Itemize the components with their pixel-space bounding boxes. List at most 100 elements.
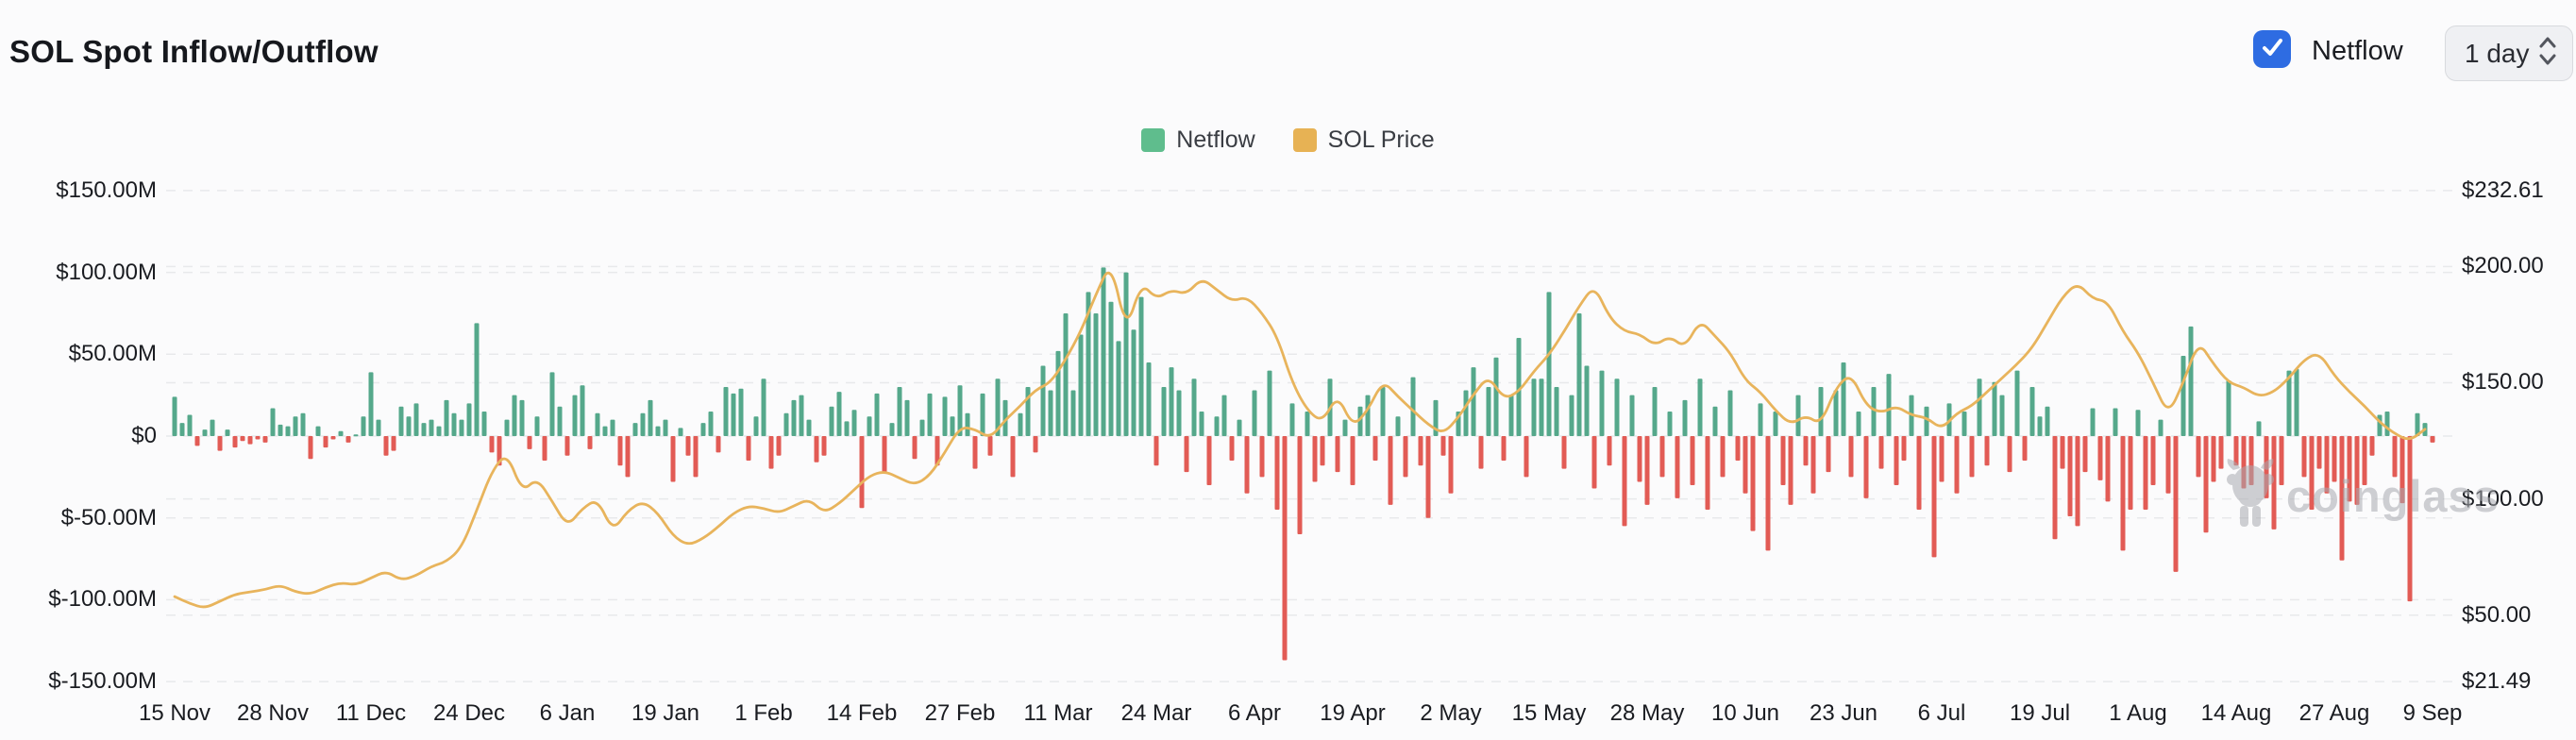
netflow-bar[interactable] <box>1253 390 1257 436</box>
netflow-bar[interactable] <box>1019 413 1023 436</box>
netflow-bar[interactable] <box>1472 367 1476 436</box>
netflow-bar[interactable] <box>1555 387 1559 436</box>
netflow-bar[interactable] <box>1540 378 1544 436</box>
netflow-bar[interactable] <box>1615 378 1620 436</box>
netflow-bar[interactable] <box>535 416 540 436</box>
netflow-bar[interactable] <box>1751 436 1756 531</box>
netflow-bar[interactable] <box>369 372 374 436</box>
netflow-bar[interactable] <box>1721 436 1726 477</box>
netflow-bar[interactable] <box>581 385 585 436</box>
netflow-bar[interactable] <box>1955 436 1960 494</box>
netflow-bar[interactable] <box>626 436 631 477</box>
netflow-bar[interactable] <box>1139 297 1144 436</box>
netflow-bar[interactable] <box>2015 371 2020 436</box>
netflow-bar[interactable] <box>913 436 918 459</box>
netflow-bar[interactable] <box>1487 387 1491 436</box>
netflow-bar[interactable] <box>1834 390 1839 436</box>
netflow-bar[interactable] <box>210 420 215 436</box>
netflow-bar[interactable] <box>2053 436 2058 539</box>
netflow-bar[interactable] <box>1653 387 1658 436</box>
netflow-bar[interactable] <box>2257 421 2262 436</box>
netflow-bar[interactable] <box>1011 436 1016 477</box>
netflow-bar[interactable] <box>1962 412 1967 436</box>
netflow-bar[interactable] <box>377 420 381 436</box>
netflow-bar[interactable] <box>1381 387 1386 436</box>
netflow-bar[interactable] <box>2121 436 2126 550</box>
netflow-bar[interactable] <box>399 407 404 436</box>
netflow-bar[interactable] <box>905 400 910 436</box>
netflow-bar[interactable] <box>233 436 238 447</box>
netflow-bar[interactable] <box>256 436 261 439</box>
netflow-bar[interactable] <box>1147 362 1152 436</box>
netflow-bar[interactable] <box>1207 436 1212 485</box>
netflow-bar[interactable] <box>1766 436 1771 550</box>
netflow-bar[interactable] <box>716 436 721 452</box>
netflow-bar[interactable] <box>973 436 978 469</box>
netflow-bar[interactable] <box>1419 436 1423 465</box>
netflow-bar[interactable] <box>1796 395 1801 436</box>
netflow-bar[interactable] <box>1827 436 1831 472</box>
netflow-bar[interactable] <box>724 387 729 436</box>
netflow-bar[interactable] <box>452 413 457 436</box>
netflow-bar[interactable] <box>203 429 208 436</box>
netflow-bar[interactable] <box>1985 436 1990 465</box>
netflow-bar[interactable] <box>1774 412 1778 436</box>
netflow-bar[interactable] <box>1577 313 1582 436</box>
netflow-bar[interactable] <box>528 436 532 449</box>
netflow-bar[interactable] <box>1691 436 1695 485</box>
netflow-bar[interactable] <box>1759 403 1763 436</box>
netflow-bar[interactable] <box>1698 378 1703 436</box>
netflow-bar[interactable] <box>656 427 661 436</box>
netflow-bar[interactable] <box>1547 292 1552 436</box>
netflow-bar[interactable] <box>1200 412 1204 436</box>
netflow-bar[interactable] <box>679 428 683 436</box>
netflow-bar[interactable] <box>2076 436 2080 526</box>
netflow-bar[interactable] <box>2151 436 2156 485</box>
netflow-bar[interactable] <box>920 420 925 436</box>
netflow-bar[interactable] <box>1902 436 1907 461</box>
netflow-bar[interactable] <box>2106 436 2111 501</box>
netflow-bar[interactable] <box>324 436 328 447</box>
netflow-bar[interactable] <box>2113 409 2118 436</box>
netflow-bar[interactable] <box>482 412 487 436</box>
netflow-bar[interactable] <box>1736 436 1741 461</box>
netflow-bar[interactable] <box>2166 436 2171 494</box>
netflow-bar[interactable] <box>837 392 842 436</box>
netflow-bar[interactable] <box>565 436 570 456</box>
netflow-bar[interactable] <box>1426 436 1431 518</box>
netflow-bar[interactable] <box>301 413 306 436</box>
netflow-bar[interactable] <box>709 412 714 436</box>
netflow-bar[interactable] <box>732 394 736 436</box>
netflow-bar[interactable] <box>2046 407 2050 436</box>
netflow-bar[interactable] <box>294 416 298 436</box>
netflow-bar[interactable] <box>316 427 321 436</box>
netflow-bar[interactable] <box>445 400 449 436</box>
netflow-bar[interactable] <box>286 427 291 436</box>
netflow-bar[interactable] <box>1449 436 1454 494</box>
netflow-bar[interactable] <box>860 436 865 508</box>
netflow-bar[interactable] <box>754 416 759 436</box>
netflow-bar[interactable] <box>1109 302 1114 436</box>
netflow-bar[interactable] <box>807 420 812 436</box>
netflow-bar[interactable] <box>248 436 253 445</box>
netflow-bar[interactable] <box>596 413 600 436</box>
netflow-bar[interactable] <box>603 427 608 436</box>
netflow-bar[interactable] <box>1706 436 1710 510</box>
netflow-bar[interactable] <box>1940 436 1945 482</box>
netflow-bar[interactable] <box>1864 436 1869 498</box>
netflow-bar[interactable] <box>188 414 193 436</box>
netflow-bar[interactable] <box>1389 436 1393 505</box>
netflow-bar[interactable] <box>2204 436 2209 532</box>
netflow-bar[interactable] <box>2083 436 2088 472</box>
netflow-bar[interactable] <box>2068 436 2073 516</box>
netflow-bar[interactable] <box>2431 436 2435 443</box>
netflow-bar[interactable] <box>777 436 782 456</box>
netflow-bar[interactable] <box>1260 436 1265 477</box>
netflow-bar[interactable] <box>1675 436 1680 498</box>
netflow-bar[interactable] <box>460 420 464 436</box>
netflow-bar[interactable] <box>1102 267 1106 436</box>
netflow-bar[interactable] <box>2159 420 2164 436</box>
netflow-bar[interactable] <box>339 431 344 436</box>
netflow-bar[interactable] <box>1162 387 1167 436</box>
netflow-bar[interactable] <box>928 394 933 436</box>
